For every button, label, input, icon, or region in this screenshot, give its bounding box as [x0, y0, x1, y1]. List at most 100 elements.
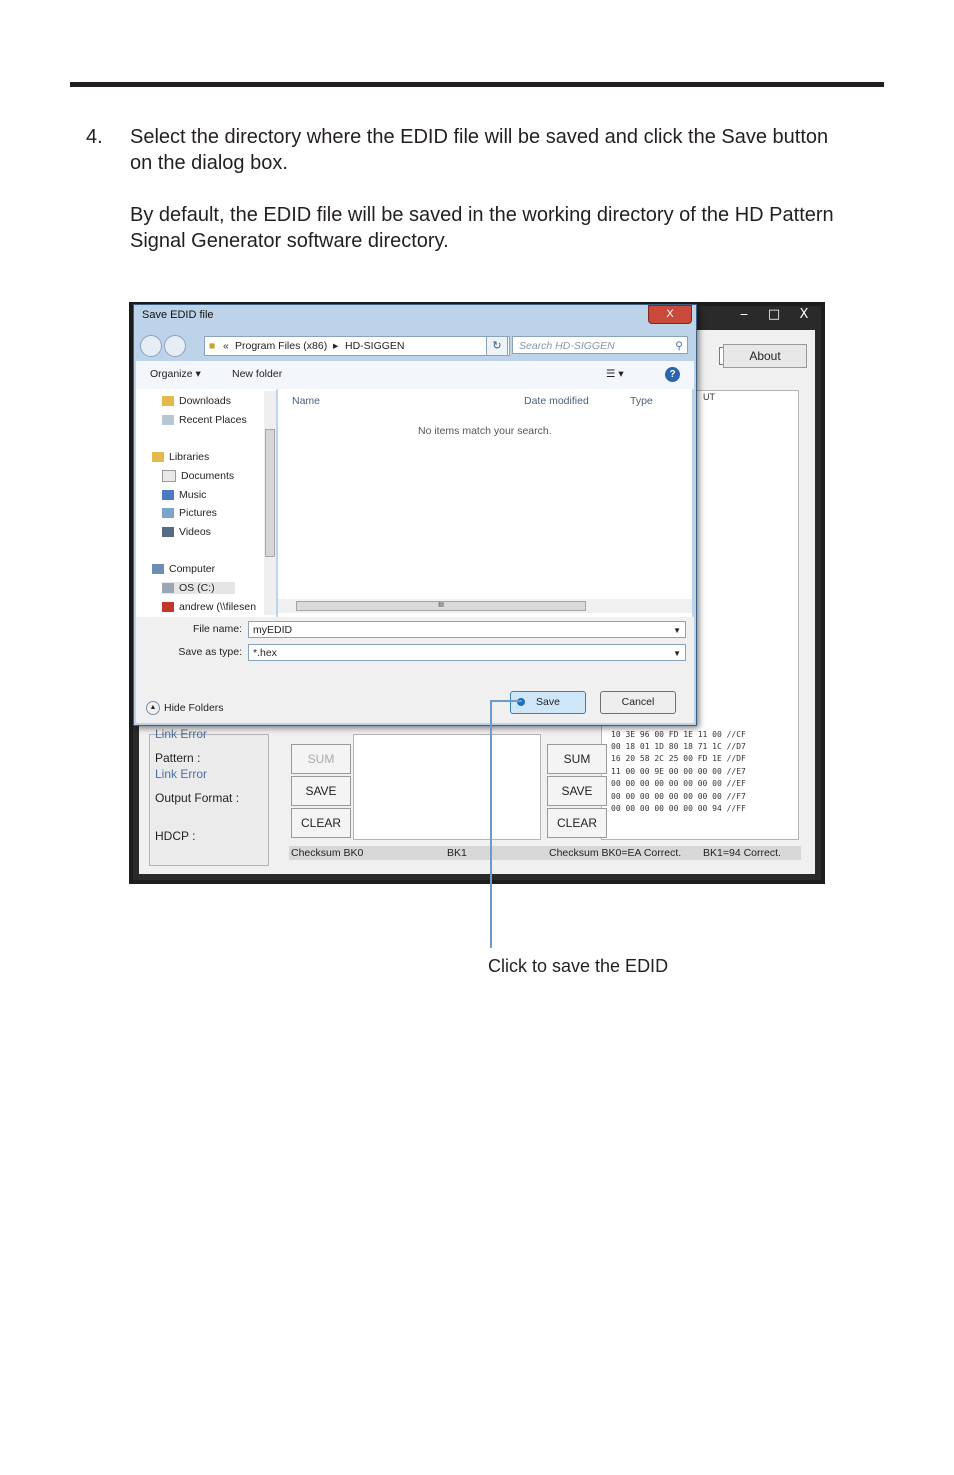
- maximize-button[interactable]: □: [759, 306, 789, 324]
- address-segment-program-files[interactable]: Program Files (x86): [235, 337, 327, 355]
- address-prefix: «: [223, 340, 229, 352]
- computer-icon: [152, 564, 164, 575]
- step-number: 4.: [86, 126, 103, 148]
- file-name-input[interactable]: myEDID ▼: [248, 621, 686, 638]
- column-name[interactable]: Name: [292, 395, 320, 407]
- horizontal-scrollbar[interactable]: III: [278, 599, 692, 613]
- dialog-close-button[interactable]: X: [648, 305, 692, 324]
- clear-button-bk0[interactable]: CLEAR: [291, 808, 351, 838]
- libraries-icon: [152, 452, 164, 463]
- bk0-panel: [353, 734, 541, 840]
- column-date-modified[interactable]: Date modified: [524, 395, 589, 407]
- nav-item-music[interactable]: Music: [162, 489, 206, 501]
- pattern-label: Pattern :: [155, 751, 201, 765]
- file-name-value: myEDID: [253, 624, 293, 636]
- hex-line: 00 18 01 1D 80 18 71 1C //D7: [611, 741, 746, 751]
- close-button[interactable]: X: [789, 306, 819, 324]
- file-name-label: File name:: [192, 623, 242, 635]
- about-button[interactable]: About: [723, 344, 807, 368]
- network-drive-icon: [162, 602, 174, 613]
- callout-caption: Click to save the EDID: [488, 956, 669, 976]
- link-error-top: Link Error: [155, 727, 208, 741]
- hdcp-label: HDCP :: [155, 829, 196, 843]
- address-segment-hd-siggen[interactable]: HD-SIGGEN: [345, 337, 405, 355]
- nav-item-documents[interactable]: Documents: [162, 470, 234, 483]
- hex-line: 10 3E 96 00 FD 1E 11 00 //CF: [611, 729, 746, 739]
- callout-line: [490, 702, 492, 948]
- videos-icon: [162, 527, 174, 538]
- sum-button-bk0[interactable]: SUM: [291, 744, 351, 774]
- forward-icon[interactable]: [164, 335, 186, 357]
- sum-button-bk1[interactable]: SUM: [547, 744, 607, 774]
- save-button[interactable]: Save: [510, 691, 586, 714]
- hex-line: 00 00 00 00 00 00 00 94 //FF: [611, 804, 746, 813]
- window-controls: ‒ □ X: [729, 306, 819, 326]
- navigation-pane: Downloads Recent Places Libraries Docume…: [136, 389, 276, 617]
- step-note: By default, the EDID file will be saved …: [130, 204, 834, 252]
- documents-icon: [162, 470, 176, 483]
- save-as-type-select[interactable]: *.hex ▼: [248, 644, 686, 661]
- output-format-label: Output Format :: [155, 791, 240, 805]
- view-options-icon[interactable]: ☰ ▾: [606, 368, 624, 380]
- recent-places-icon: [162, 415, 174, 426]
- hide-folders-toggle[interactable]: ▲ Hide Folders: [146, 701, 224, 715]
- cancel-button[interactable]: Cancel: [600, 691, 676, 714]
- out-label: UT: [703, 392, 715, 402]
- callout-arm: [490, 700, 522, 702]
- search-icon: ⚲: [675, 340, 683, 352]
- save-form: File name: myEDID ▼ Save as type: *.hex ▼ …: [136, 617, 694, 723]
- save-as-type-value: *.hex: [253, 647, 277, 659]
- checksum-bk0-result: Checksum BK0=EA Correct.: [549, 847, 682, 859]
- status-panel: Link Error Pattern : Link Error Output F…: [149, 727, 269, 866]
- search-input[interactable]: Search HD-SIGGEN ⚲: [512, 336, 688, 354]
- hex-line: 00 00 00 00 00 00 00 00 //F7: [611, 791, 746, 801]
- nav-item-network-drive[interactable]: andrew (\\filesen: [162, 601, 256, 613]
- dialog-title: Save EDID file: [142, 309, 214, 321]
- minimize-button[interactable]: ‒: [729, 306, 759, 324]
- nav-item-videos[interactable]: Videos: [162, 526, 211, 538]
- nav-item-recent-places[interactable]: Recent Places: [162, 414, 247, 426]
- checksum-bk0-label: Checksum BK0: [291, 847, 364, 859]
- address-separator: ▸: [333, 340, 339, 352]
- screenshot: ‒ □ X ▼ About UT FF FF 00 //700 00 00 //…: [129, 302, 825, 884]
- organize-menu[interactable]: Organize ▾: [150, 368, 201, 380]
- help-icon[interactable]: ?: [665, 367, 680, 382]
- folder-icon: ■: [209, 340, 216, 352]
- bk1-result: BK1=94 Correct.: [703, 847, 781, 859]
- refresh-icon[interactable]: ↻: [486, 336, 508, 356]
- nav-scrollbar-thumb[interactable]: [265, 429, 275, 557]
- downloads-icon: [162, 396, 174, 407]
- hex-line: 11 00 00 9E 00 00 00 00 //E7: [611, 766, 746, 776]
- nav-item-os-c[interactable]: OS (C:): [162, 582, 235, 594]
- address-bar[interactable]: ■ « Program Files (x86) ▸ HD-SIGGEN: [204, 336, 510, 356]
- hex-line: 00 00 00 00 00 00 00 00 //EF: [611, 779, 746, 789]
- save-edid-dialog: Save EDID file X ■ « Program Files (x86)…: [133, 304, 697, 726]
- pictures-icon: [162, 508, 174, 519]
- nav-item-pictures[interactable]: Pictures: [162, 507, 217, 519]
- checksum-status-bar: Checksum BK0 BK1 Checksum BK0=EA Correct…: [289, 846, 801, 860]
- bk1-label: BK1: [447, 847, 467, 859]
- link-error-label: Link Error: [155, 767, 208, 781]
- hex-line: 16 20 58 2C 25 00 FD 1E //DF: [611, 754, 746, 764]
- save-button-bk1[interactable]: SAVE: [547, 776, 607, 806]
- scrollbar-thumb[interactable]: III: [296, 601, 586, 611]
- chevron-down-icon[interactable]: ▼: [673, 645, 681, 662]
- header-rule: [70, 82, 884, 87]
- new-folder-button[interactable]: New folder: [232, 368, 282, 380]
- nav-item-libraries[interactable]: Libraries: [152, 451, 209, 463]
- clear-button-bk1[interactable]: CLEAR: [547, 808, 607, 838]
- back-icon[interactable]: [140, 335, 162, 357]
- drive-icon: [162, 583, 174, 594]
- dialog-toolbar: Organize ▾ New folder ☰ ▾ ?: [136, 361, 694, 390]
- column-type[interactable]: Type: [630, 395, 653, 407]
- search-placeholder: Search HD-SIGGEN: [519, 340, 615, 352]
- nav-item-computer[interactable]: Computer: [152, 563, 215, 575]
- save-as-type-label: Save as type:: [178, 646, 242, 658]
- nav-item-downloads[interactable]: Downloads: [162, 395, 231, 407]
- chevron-up-icon: ▲: [146, 701, 160, 715]
- music-icon: [162, 490, 174, 501]
- chevron-down-icon[interactable]: ▼: [673, 622, 681, 639]
- save-button-bk0[interactable]: SAVE: [291, 776, 351, 806]
- nav-scrollbar[interactable]: [264, 391, 276, 615]
- file-list: Name Date modified Type No items match y…: [278, 389, 692, 617]
